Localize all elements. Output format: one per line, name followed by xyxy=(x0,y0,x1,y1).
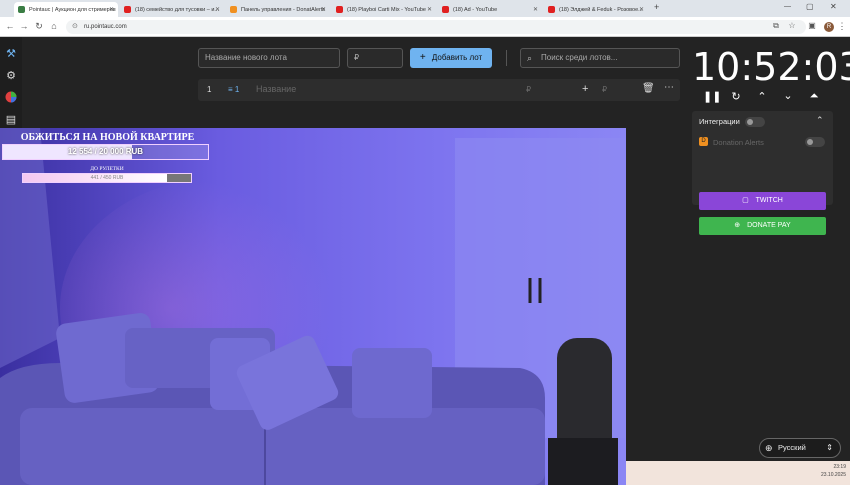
more-options-icon[interactable]: ⋯ xyxy=(664,82,674,93)
profile-avatar[interactable]: R xyxy=(824,22,834,32)
donatepay-button[interactable]: ⊕ DONATE PAY xyxy=(699,217,826,235)
tab-title: (18) Ad - YouTube xyxy=(453,6,498,13)
extensions-icon[interactable]: ▣ xyxy=(806,21,818,30)
auction-timer: 10:52:03 xyxy=(692,45,850,89)
goal-progress-bar: 12 554 / 20 000 RUB xyxy=(2,144,209,160)
tab-title: (18) Playboi Carti Mix - YouTube xyxy=(347,6,426,13)
youtube-favicon-icon xyxy=(336,6,343,13)
browser-tab-youtube-4[interactable]: (18) Элджей & Feduk - Розовое... ✕ xyxy=(544,2,648,17)
url-text: ru.pointauc.com xyxy=(84,24,127,30)
tab-title: (18) Элджей & Feduk - Розовое... xyxy=(559,6,643,13)
tab-title: Pointauc | Аукцион для стримеров xyxy=(29,6,116,13)
youtube-favicon-icon xyxy=(442,6,449,13)
roulette-label: ДО РУЛЕТКИ xyxy=(90,166,124,172)
twitch-button[interactable]: ▢ TWITCH xyxy=(699,192,826,210)
tab-title: (18) семейство для тусовки – и... xyxy=(135,6,219,13)
donation-alerts-label: Donation Alerts xyxy=(713,138,764,147)
os-taskbar: 23:19 23.10.2025 xyxy=(626,461,850,485)
browser-tab-youtube-2[interactable]: (18) Playboi Carti Mix - YouTube ✕ xyxy=(332,2,436,17)
youtube-favicon-icon xyxy=(548,6,555,13)
lot-id[interactable]: ≡ 1 xyxy=(228,85,239,94)
back-icon[interactable]: ← xyxy=(4,21,16,31)
twitch-label: TWITCH xyxy=(755,197,783,204)
lot-name-input[interactable]: Название нового лота xyxy=(198,48,340,68)
wheel-pie-icon[interactable] xyxy=(4,91,18,105)
integrations-toggle[interactable] xyxy=(745,117,765,127)
close-icon[interactable]: ✕ xyxy=(321,6,326,13)
reset-timer-icon[interactable]: ↻ xyxy=(729,90,743,103)
close-icon[interactable]: ✕ xyxy=(639,6,644,13)
add-to-lot-icon[interactable]: + xyxy=(582,83,588,95)
twitch-icon: ▢ xyxy=(742,197,749,204)
auction-gavel-icon[interactable]: ⚒ xyxy=(4,47,18,61)
globe-icon: ⊕ xyxy=(765,443,773,453)
language-select[interactable]: ⊕ Русский ⇕ xyxy=(759,438,841,458)
menu-dots-icon[interactable]: ⋮ xyxy=(836,21,848,32)
donatepay-icon: ⊕ xyxy=(734,222,741,229)
goal-title: ОБЖИТЬСЯ НА НОВОЙ КВАРТИРЕ xyxy=(20,132,195,143)
taskbar-clock[interactable]: 23:19 23.10.2025 xyxy=(821,464,846,478)
donation-alerts-icon: D xyxy=(699,137,708,146)
browser-tab-pointauc[interactable]: Pointauc | Аукцион для стримеров ✕ xyxy=(14,2,118,17)
browser-tab-donationalerts[interactable]: Панель управления - DonatAlerts ✕ xyxy=(226,2,330,17)
pie-chart-icon xyxy=(5,91,17,103)
plus-icon: + xyxy=(419,52,426,63)
lot-amount-input[interactable]: ₽ xyxy=(347,48,403,68)
window-close-icon[interactable]: ✕ xyxy=(830,2,837,11)
lot-row: 1 ≡ 1 Название ₽ + ₽ 🗑 ⋯ xyxy=(198,79,680,101)
integrations-panel: Интеграции ⌃ D Donation Alerts ▢ TWITCH … xyxy=(692,111,833,235)
lot-add-amount-field[interactable]: ₽ xyxy=(602,85,607,94)
lot-search-input[interactable]: ⌕ Поиск среди лотов... xyxy=(520,48,680,68)
maximize-icon[interactable]: ▢ xyxy=(806,2,814,11)
home-icon[interactable]: ⌂ xyxy=(48,21,60,31)
language-selected: Русский xyxy=(778,443,806,452)
donatepay-label: DONATE PAY xyxy=(747,222,791,229)
browser-tab-youtube-3[interactable]: (18) Ad - YouTube ✕ xyxy=(438,2,542,17)
search-placeholder: Поиск среди лотов... xyxy=(541,53,618,62)
settings-gear-icon[interactable]: ⚙ xyxy=(4,69,18,83)
chevron-down-icon[interactable]: ⌄ xyxy=(781,89,795,102)
close-icon[interactable]: ✕ xyxy=(427,6,432,13)
lot-name-field[interactable]: Название xyxy=(256,84,296,94)
bookmark-star-icon[interactable]: ☆ xyxy=(786,21,798,30)
browser-tab-youtube-1[interactable]: (18) семейство для тусовки – и... ✕ xyxy=(120,2,224,17)
add-lot-label: Добавить лот xyxy=(431,53,483,62)
select-arrows-icon: ⇕ xyxy=(826,443,833,452)
close-icon[interactable]: ✕ xyxy=(533,6,538,13)
integrations-title: Интеграции xyxy=(699,117,740,126)
chevron-up-icon[interactable]: ⌃ xyxy=(755,90,769,103)
close-icon[interactable]: ✕ xyxy=(109,6,114,13)
browser-tab-bar: Pointauc | Аукцион для стримеров ✕ (18) … xyxy=(0,0,850,17)
stream-video: ОБЖИТЬСЯ НА НОВОЙ КВАРТИРЕ 12 554 / 20 0… xyxy=(0,128,626,485)
tab-title: Панель управления - DonatAlerts xyxy=(241,6,326,13)
roulette-progress-bar: 441 / 450 RUB xyxy=(22,173,192,183)
url-field[interactable]: ⊙ ru.pointauc.com xyxy=(66,20,806,34)
goal-amount: 12 554 / 20 000 RUB xyxy=(67,147,144,156)
donation-alerts-toggle[interactable] xyxy=(805,137,825,147)
lot-index: 1 xyxy=(207,85,212,94)
lot-amount-field[interactable]: ₽ xyxy=(526,85,531,94)
search-icon: ⌕ xyxy=(527,53,533,63)
pause-icon[interactable]: ❚❚ xyxy=(703,90,721,103)
youtube-favicon-icon xyxy=(124,6,131,13)
translate-icon[interactable]: ⧉ xyxy=(770,21,782,31)
minimize-icon[interactable]: — xyxy=(784,3,791,10)
add-lot-button[interactable]: + Добавить лот xyxy=(410,48,492,68)
double-chevron-up-icon[interactable]: ⏶ xyxy=(807,90,821,103)
donationalerts-favicon-icon xyxy=(230,6,237,13)
history-clipboard-icon[interactable]: ▤ xyxy=(4,113,18,127)
taskbar-date: 23.10.2025 xyxy=(820,472,846,478)
browser-address-bar: ← → ↻ ⌂ ⊙ ru.pointauc.com ⧉ ☆ ▣ R ⋮ xyxy=(0,17,850,37)
collapse-chevron-icon[interactable]: ⌃ xyxy=(816,115,824,126)
taskbar-time: 23:19 xyxy=(833,464,846,470)
close-icon[interactable]: ✕ xyxy=(215,6,220,13)
delete-trash-icon[interactable]: 🗑 xyxy=(642,83,655,94)
pointauc-favicon-icon xyxy=(18,6,25,13)
new-tab-icon[interactable]: + xyxy=(654,2,659,12)
roulette-value: 441 / 450 RUB xyxy=(90,175,124,181)
reload-icon[interactable]: ↻ xyxy=(33,21,45,32)
toolbar-divider xyxy=(506,50,507,66)
forward-icon[interactable]: → xyxy=(18,21,30,31)
site-info-icon[interactable]: ⊙ xyxy=(72,20,78,34)
